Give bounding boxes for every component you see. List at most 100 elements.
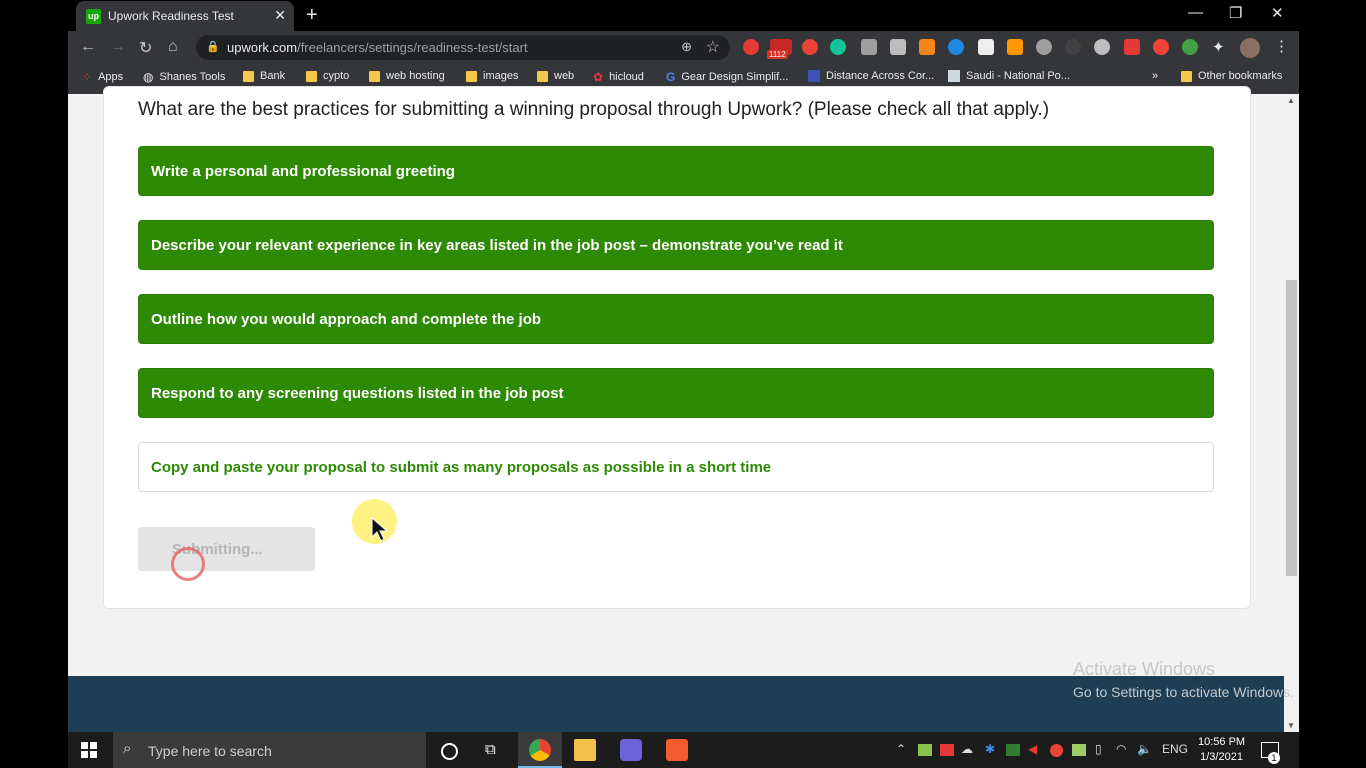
option-label: Respond to any screening questions liste… — [151, 385, 564, 402]
folder-icon — [243, 70, 254, 82]
activate-windows-watermark: Activate Windows Go to Settings to activ… — [1073, 659, 1294, 700]
page-icon — [808, 70, 820, 82]
youtube-icon[interactable] — [802, 39, 818, 55]
extension-blue-icon[interactable] — [948, 39, 964, 55]
battery-icon[interactable]: ▯ — [1095, 742, 1102, 756]
bookmark-shanes-tools[interactable]: ◍ Shanes Tools — [143, 70, 225, 84]
clock[interactable]: 10:56 PM 1/3/2021 — [1198, 736, 1245, 763]
option-label: Describe your relevant experience in key… — [151, 237, 843, 254]
puzzle-extensions-icon[interactable]: ✦ — [1212, 38, 1225, 56]
wifi-icon[interactable]: ◠ — [1116, 742, 1126, 756]
answer-option-2[interactable]: Describe your relevant experience in key… — [138, 220, 1214, 270]
answer-option-1[interactable]: Write a personal and professional greeti… — [138, 146, 1214, 196]
bookmark-bank[interactable]: Bank — [243, 70, 285, 82]
upwork-favicon-icon: up — [86, 9, 101, 24]
forward-arrow-icon[interactable]: → — [110, 38, 126, 56]
reload-icon[interactable]: ↻ — [139, 38, 152, 58]
minimize-icon[interactable]: — — [1188, 4, 1203, 21]
scrollbar-thumb[interactable] — [1286, 280, 1297, 576]
bluetooth-icon[interactable]: ✱ — [985, 742, 995, 756]
browser-tab[interactable]: up Upwork Readiness Test ✕ — [76, 1, 294, 31]
extension-circle-icon[interactable] — [1065, 39, 1081, 55]
bookmark-saudi[interactable]: Saudi - National Po... — [948, 70, 1070, 82]
lock-icon: 🔒 — [206, 41, 220, 53]
bookmark-cypto[interactable]: cypto — [306, 70, 349, 82]
more-bookmarks-button[interactable]: » — [1152, 70, 1158, 82]
tab-title: Upwork Readiness Test — [108, 9, 234, 23]
metamask-icon[interactable] — [919, 39, 935, 55]
address-bar[interactable]: 🔒 upwork.com/freelancers/settings/readin… — [196, 35, 730, 60]
submit-button[interactable]: Submitting... — [138, 527, 315, 571]
notification-badge: 1 — [1268, 752, 1280, 764]
extension-check-icon[interactable] — [1094, 39, 1110, 55]
pokeball-icon[interactable] — [1153, 39, 1169, 55]
gear-extension-icon[interactable] — [1036, 39, 1052, 55]
page-scrollbar[interactable]: ▲ ▼ — [1284, 94, 1299, 732]
folder-icon — [369, 70, 380, 82]
bookmark-star-icon[interactable]: ☆ — [706, 37, 720, 57]
extension-pen-icon[interactable] — [978, 39, 994, 55]
page-icon — [948, 70, 960, 82]
answer-option-5[interactable]: Copy and paste your proposal to submit a… — [138, 442, 1214, 492]
extension-red-icon[interactable] — [1124, 39, 1140, 55]
extension-icon[interactable] — [890, 39, 906, 55]
tray-security-icon[interactable] — [940, 744, 954, 756]
extension-flag-icon[interactable] — [1007, 39, 1023, 55]
bookmark-web[interactable]: web — [537, 70, 574, 82]
tray-chrome-icon[interactable] — [1050, 744, 1063, 757]
taskbar-search-box[interactable]: ⌕ Type here to search — [113, 732, 426, 768]
folder-icon — [1181, 70, 1192, 82]
drive-icon[interactable] — [861, 39, 877, 55]
answer-option-4[interactable]: Respond to any screening questions liste… — [138, 368, 1214, 418]
tray-green-icon[interactable] — [1072, 744, 1086, 756]
answer-option-3[interactable]: Outline how you would approach and compl… — [138, 294, 1214, 344]
folder-icon — [537, 70, 548, 82]
tray-arrow-icon[interactable]: ◀ — [1028, 742, 1037, 756]
volume-icon[interactable]: 🔈 — [1137, 742, 1152, 756]
clock-date: 1/3/2021 — [1200, 751, 1243, 763]
chrome-icon[interactable] — [529, 739, 551, 761]
back-arrow-icon[interactable]: ← — [80, 38, 96, 56]
click-ripple-icon — [171, 547, 205, 581]
cortana-icon[interactable] — [441, 743, 458, 760]
bookmark-apps[interactable]: ⁘ Apps — [82, 70, 123, 84]
mouse-pointer-icon — [371, 517, 389, 542]
folder-icon — [466, 70, 477, 82]
new-tab-button[interactable]: + — [306, 4, 318, 27]
scroll-up-icon[interactable]: ▲ — [1287, 96, 1295, 105]
bookmark-web-hosting[interactable]: web hosting — [369, 70, 445, 82]
other-bookmarks[interactable]: Other bookmarks — [1181, 70, 1282, 82]
show-hidden-icons[interactable]: ⌃ — [896, 742, 906, 756]
tray-nvidia-icon[interactable] — [1006, 744, 1020, 756]
window-close-icon[interactable]: ✕ — [1271, 4, 1284, 22]
folder-icon — [306, 70, 317, 82]
restore-icon[interactable]: ❐ — [1229, 4, 1242, 22]
bookmark-images[interactable]: images — [466, 70, 518, 82]
camtasia-icon[interactable] — [666, 739, 688, 761]
bookmark-distance[interactable]: Distance Across Cor... — [808, 70, 934, 82]
app-icon[interactable] — [620, 739, 642, 761]
extension-green-icon[interactable] — [1182, 39, 1198, 55]
bookmark-gear-design[interactable]: G Gear Design Simplif... — [666, 70, 788, 84]
avatar[interactable] — [1240, 38, 1260, 58]
watermark-subtitle: Go to Settings to activate Windows. — [1073, 684, 1294, 700]
google-icon: G — [666, 70, 676, 84]
clock-time: 10:56 PM — [1198, 736, 1246, 748]
file-explorer-icon[interactable] — [574, 739, 596, 761]
option-label: Copy and paste your proposal to submit a… — [151, 459, 772, 476]
scroll-down-icon[interactable]: ▼ — [1287, 721, 1295, 730]
onedrive-icon[interactable]: ☁ — [961, 742, 973, 756]
grammarly-icon[interactable] — [830, 39, 846, 55]
extension-stop-icon[interactable] — [743, 39, 759, 55]
search-icon: ⌕ — [123, 740, 132, 757]
home-icon[interactable]: ⌂ — [168, 38, 178, 56]
windows-start-icon[interactable] — [81, 742, 97, 763]
zoom-icon[interactable]: ⊕ — [681, 39, 692, 55]
menu-dots-icon[interactable]: ⋮ — [1274, 37, 1289, 55]
globe-icon: ◍ — [143, 70, 154, 84]
close-tab-icon[interactable]: ✕ — [274, 7, 286, 24]
task-view-icon[interactable]: ⧉ — [485, 741, 496, 758]
language-indicator[interactable]: ENG — [1162, 742, 1188, 756]
bookmark-hicloud[interactable]: ✿ hicloud — [593, 70, 644, 84]
tray-app-icon[interactable] — [918, 744, 932, 756]
